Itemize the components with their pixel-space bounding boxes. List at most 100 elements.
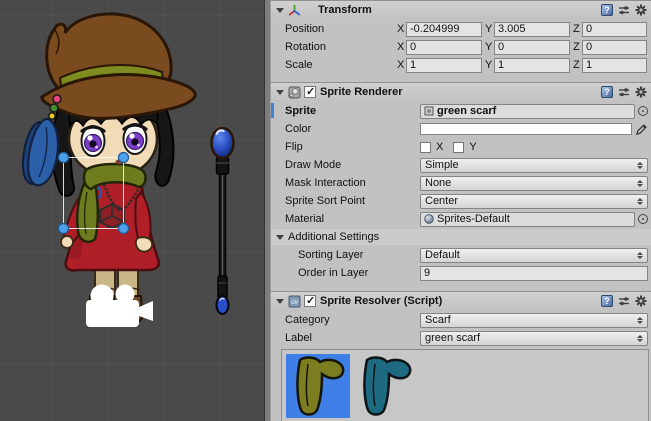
presets-icon[interactable] [618, 295, 630, 307]
row-label: Position [285, 23, 397, 35]
foldout-icon[interactable] [276, 235, 284, 240]
help-icon[interactable]: ? [601, 295, 613, 307]
help-icon[interactable]: ? [601, 86, 613, 98]
svg-text:c#: c# [291, 299, 298, 306]
right-arm [135, 192, 150, 242]
color-swatch[interactable] [420, 123, 632, 135]
thumbnail-green-scarf[interactable] [286, 354, 350, 418]
sprite-row: Sprite green scarf [271, 103, 651, 119]
component-title: Transform [318, 4, 372, 16]
presets-icon[interactable] [618, 86, 630, 98]
thumbnail-blue-scarf[interactable] [353, 354, 417, 418]
rotation-row: Rotation X 0 Y 0 Z 0 [271, 39, 651, 55]
sprite-renderer-body: Sprite green scarf Color [271, 101, 651, 281]
eyedropper-icon[interactable] [635, 123, 648, 136]
flip-y-checkbox[interactable] [453, 142, 464, 153]
dropdown-value: green scarf [425, 332, 480, 344]
mask-interaction-dropdown[interactable]: None [420, 176, 648, 191]
additional-settings-foldout[interactable]: Additional Settings [271, 229, 651, 245]
character-sprite[interactable] [23, 14, 195, 322]
axis-z-label: Z [573, 23, 582, 35]
mask-interaction-row: Mask Interaction None [271, 175, 651, 191]
right-hand [136, 237, 152, 251]
dropdown-arrows-icon [633, 252, 643, 259]
blue-scarf-thumb-image [353, 354, 417, 418]
scale-x-field[interactable]: 1 [406, 58, 482, 73]
sorting-layer-dropdown[interactable]: Default [420, 248, 648, 263]
material-value: Sprites-Default [437, 213, 510, 225]
selection-handle-tl[interactable] [59, 153, 69, 163]
scene-view[interactable] [0, 0, 264, 421]
position-y-field[interactable]: 3.005 [494, 22, 570, 37]
object-picker-icon[interactable] [638, 214, 648, 224]
foldout-icon[interactable] [276, 8, 284, 13]
selection-handle-tr[interactable] [119, 153, 129, 163]
foldout-icon[interactable] [276, 90, 284, 95]
axis-x-label: X [397, 23, 406, 35]
selection-handle-bl[interactable] [59, 224, 69, 234]
position-x-field[interactable]: -0.204999 [406, 22, 482, 37]
transform-body: Position X -0.204999 Y 3.005 Z 0 Rotatio… [271, 19, 651, 73]
component-title: Sprite Resolver (Script) [320, 295, 442, 307]
flip-x-checkbox[interactable] [420, 142, 431, 153]
scale-row: Scale X 1 Y 1 Z 1 [271, 57, 651, 73]
dropdown-arrows-icon [633, 180, 643, 187]
axis-y-label: Y [485, 41, 494, 53]
camera-gizmo[interactable] [86, 285, 153, 328]
dropdown-value: Default [425, 249, 460, 261]
sprite-selection-grid [281, 349, 649, 421]
row-label: Scale [285, 59, 397, 71]
category-dropdown[interactable]: Scarf [420, 313, 648, 328]
dropdown-arrows-icon [633, 198, 643, 205]
gear-icon[interactable] [635, 295, 647, 307]
axis-z-label: Z [573, 59, 582, 71]
rotation-z-field[interactable]: 0 [582, 40, 647, 55]
sprite-renderer-header[interactable]: Sprite Renderer ? [271, 82, 651, 101]
position-z-field[interactable]: 0 [582, 22, 647, 37]
axis-z-label: Z [573, 41, 582, 53]
staff-sprite[interactable] [212, 128, 234, 314]
axis-y-label: Y [485, 59, 494, 71]
field-label: Label [285, 332, 420, 344]
component-enabled-checkbox[interactable] [304, 295, 316, 307]
field-label: Category [285, 314, 420, 326]
category-row: Category Scarf [271, 312, 651, 328]
order-in-layer-field[interactable]: 9 [420, 266, 648, 281]
flip-y-label: Y [469, 141, 476, 153]
scale-y-field[interactable]: 1 [494, 58, 570, 73]
panel-splitter[interactable] [264, 0, 271, 421]
material-object-field[interactable]: Sprites-Default [420, 212, 635, 227]
label-dropdown[interactable]: green scarf [420, 331, 648, 346]
draw-mode-dropdown[interactable]: Simple [420, 158, 648, 173]
gear-icon[interactable] [635, 86, 647, 98]
dropdown-arrows-icon [633, 317, 643, 324]
help-icon[interactable]: ? [601, 4, 613, 16]
component-title: Sprite Renderer [320, 86, 403, 98]
sprite-sort-point-row: Sprite Sort Point Center [271, 193, 651, 209]
order-in-layer-row: Order in Layer 9 [271, 265, 651, 281]
material-sphere-icon [424, 214, 434, 224]
sprite-resolver-header[interactable]: c# Sprite Resolver (Script) ? [271, 291, 651, 310]
dropdown-value: Scarf [425, 314, 451, 326]
scene-canvas [0, 0, 264, 421]
scale-z-field[interactable]: 1 [582, 58, 647, 73]
presets-icon[interactable] [618, 4, 630, 16]
sprite-value: green scarf [437, 105, 496, 117]
object-picker-icon[interactable] [638, 106, 648, 116]
gear-icon[interactable] [635, 4, 647, 16]
dropdown-value: Center [425, 195, 458, 207]
field-label: Order in Layer [298, 267, 420, 279]
foldout-icon[interactable] [276, 299, 284, 304]
component-enabled-checkbox[interactable] [304, 86, 316, 98]
selection-handle-br[interactable] [119, 224, 129, 234]
sprite-sort-point-dropdown[interactable]: Center [420, 194, 648, 209]
transform-header[interactable]: Transform ? [271, 0, 651, 19]
staff-orb [212, 128, 234, 158]
rotation-x-field[interactable]: 0 [406, 40, 482, 55]
field-label: Mask Interaction [285, 177, 420, 189]
field-label: Flip [285, 141, 420, 153]
field-label: Material [285, 213, 420, 225]
color-row: Color [271, 121, 651, 137]
rotation-y-field[interactable]: 0 [494, 40, 570, 55]
sprite-object-field[interactable]: green scarf [420, 104, 635, 119]
